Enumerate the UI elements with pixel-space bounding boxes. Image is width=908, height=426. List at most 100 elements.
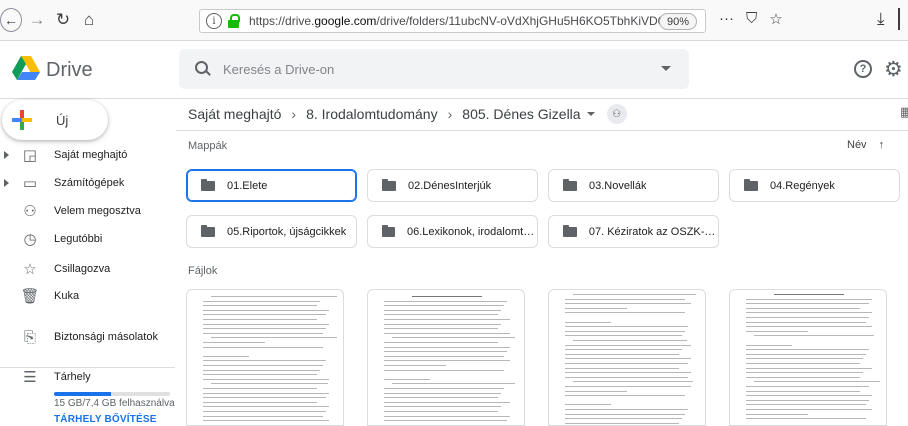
document-text-line [203,332,323,334]
settings-gear-icon[interactable]: ⚙ [884,57,903,82]
chevron-down-icon[interactable] [586,112,595,116]
document-text-line [384,305,504,307]
zoom-level[interactable]: 90% [658,13,697,30]
new-button[interactable]: Új [2,100,108,140]
file-thumbnail[interactable] [548,289,706,426]
help-icon[interactable]: ? [854,60,872,78]
file-thumbnail[interactable] [186,289,344,426]
sidebar-item-computers[interactable]: ▭ Számítógépek [0,168,170,198]
sort-direction-icon[interactable]: ↑ [879,139,885,151]
storage-usage-bar [54,392,170,396]
document-text-line [565,390,627,392]
folder-item[interactable]: 01.Elete [186,169,357,202]
document-text-line [203,323,329,325]
expand-arrow-icon[interactable] [4,151,9,159]
breadcrumb-item[interactable]: 8. Irodalomtudomány [306,106,438,122]
shared-folder-icon [201,224,215,237]
address-bar[interactable]: i https://drive.google.com/drive/folders… [199,9,706,33]
document-text-line [746,353,866,355]
document-text-line [384,406,501,408]
search-icon[interactable] [195,61,209,75]
document-text-line [412,296,482,297]
document-text-line [203,300,320,302]
home-icon[interactable]: ⌂ [76,7,102,33]
sidebar-item-shared[interactable]: ⚇ Velem megosztva [0,196,170,226]
document-text-line [384,323,501,325]
document-text-line [746,303,869,305]
search-options-caret-icon[interactable] [661,66,671,71]
document-text-line [565,335,682,337]
sidebar-item-trash[interactable]: 🗑︎ Kuka [0,281,170,311]
grid-view-icon[interactable]: ▦ [900,104,908,120]
folder-name: 01.Elete [227,179,268,192]
shared-folder-icon [382,178,396,191]
info-icon[interactable]: i [206,13,222,29]
document-text-line [203,401,317,403]
forward-arrow-icon[interactable]: → [24,7,50,33]
brand-name[interactable]: Drive [46,59,93,82]
file-thumbnail[interactable] [729,289,887,426]
shared-folder-icon[interactable]: ⚇ [606,104,627,124]
document-text-line [565,372,691,374]
reload-icon[interactable]: ↻ [50,7,76,33]
sidebar-item-storage[interactable]: ☰ Tárhely [0,362,170,392]
shared-folder-icon [744,178,758,191]
folder-item[interactable]: 06.Lexikonok, irodalomtörté… [367,215,538,248]
lock-icon [227,14,241,28]
sidebar-item-label: Biztonsági másolatok [54,331,158,343]
shared-folder-icon [563,178,577,191]
folder-name: 07. Kéziratok az OSZK-ból [588,225,718,238]
clock-icon: ◷ [23,231,37,248]
document-text-line [384,300,507,302]
breadcrumb-current[interactable]: 805. Dénes Gizella [462,106,580,122]
pocket-icon[interactable]: ⛉ [746,10,757,28]
bookmark-star-icon[interactable]: ☆ [769,10,782,28]
sidebar-item-label: Tárhely [54,371,91,383]
sidebar-item-my-drive[interactable]: ◲ Saját meghajtó [0,140,170,170]
url-text[interactable]: https://drive.google.com/drive/folders/1… [249,14,678,28]
buy-storage-link[interactable]: TÁRHELY BŐVÍTÉSE [54,414,157,425]
folder-item[interactable]: 04.Regények [729,169,900,202]
breadcrumb-item[interactable]: Saját meghajtó [188,106,281,122]
people-icon: ⚇ [23,203,37,220]
document-text-line [203,342,265,343]
sort-control[interactable]: Név ↑ [847,139,884,151]
document-text-line [203,369,320,371]
file-thumbnail[interactable] [367,289,525,426]
back-arrow-icon[interactable]: ← [0,8,22,32]
document-text-line [746,372,863,374]
drive-logo-icon[interactable] [12,56,40,80]
download-icon[interactable]: ⤓ [877,9,885,29]
document-text-line [754,381,880,383]
document-text-line [774,294,844,295]
document-text-line [565,409,688,410]
document-text-line [565,349,682,351]
folder-item[interactable]: 07. Kéziratok az OSZK-ból [548,215,719,248]
document-text-line [746,409,872,410]
folder-name: 03.Novellák [589,179,647,192]
sort-label[interactable]: Név [847,139,867,151]
sidebar-item-recent[interactable]: ◷ Legutóbbi [0,224,170,254]
sidebar-item-label: Kuka [54,290,80,302]
document-text-line [203,406,329,408]
document-text-line [746,330,808,332]
folder-name: 05.Riportok, újságcikkek [227,225,347,238]
expand-arrow-icon[interactable] [4,179,9,187]
folder-item[interactable]: 02.DénesInterjúk [367,169,538,202]
document-text-line [746,386,869,387]
document-text-line [203,397,326,399]
document-text-line [565,344,691,346]
folder-name: 06.Lexikonok, irodalomtörté… [407,225,537,238]
folder-item[interactable]: 03.Novellák [548,169,719,202]
document-text-line [203,420,329,422]
folder-item[interactable]: 05.Riportok, újságcikkek [186,215,357,248]
more-icon[interactable]: ··· [719,10,734,28]
search-bar[interactable] [179,49,689,89]
document-text-line [203,360,326,362]
document-text-line [203,328,326,330]
search-input[interactable] [223,59,623,79]
sidebar-item-backups[interactable]: ⎘ Biztonsági másolatok [0,322,170,352]
folder-name: 04.Regények [770,179,835,192]
document-text-line [203,355,249,357]
sidebar-item-starred[interactable]: ☆ Csillagozva [0,254,170,284]
